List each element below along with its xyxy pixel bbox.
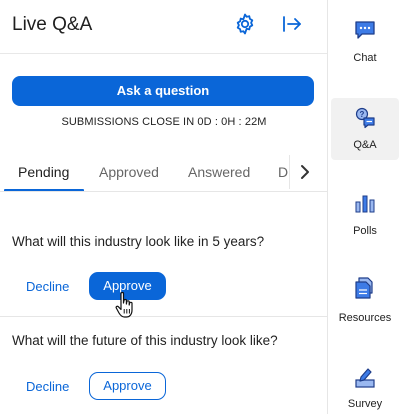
sidebar-item-label: Survey <box>347 398 383 410</box>
question-text: What will this industry look like in 5 y… <box>12 234 265 249</box>
feature-sidebar: Chat ? Q&A Polls Resources Survey <box>329 0 400 414</box>
sidebar-item-polls[interactable]: Polls <box>331 184 399 246</box>
polls-icon <box>353 192 377 216</box>
sidebar-item-survey[interactable]: Survey <box>331 356 399 414</box>
decline-button[interactable]: Decline <box>26 379 69 394</box>
page-title: Live Q&A <box>12 14 93 35</box>
tabs-divider <box>0 191 327 192</box>
approve-button[interactable]: Approve <box>89 272 166 300</box>
submissions-countdown: SUBMISSIONS CLOSE IN 0D : 0H : 22M <box>61 116 267 128</box>
sidebar-item-label: Q&A <box>353 139 377 151</box>
tab-partial[interactable]: D <box>278 164 288 180</box>
ask-question-button[interactable]: Ask a question <box>12 76 314 106</box>
panel-header: Live Q&A <box>0 0 327 54</box>
survey-icon <box>353 366 377 390</box>
tabs-next-button[interactable] <box>289 155 319 189</box>
tab-pending[interactable]: Pending <box>18 164 69 180</box>
tab-overflow: D <box>278 153 288 191</box>
sidebar-item-qa[interactable]: ? Q&A <box>331 98 399 160</box>
decline-button[interactable]: Decline <box>26 279 69 294</box>
question-divider <box>0 316 327 317</box>
sidebar-item-label: Polls <box>353 225 377 237</box>
gear-icon[interactable] <box>233 12 257 36</box>
tab-approved[interactable]: Approved <box>99 164 159 180</box>
sidebar-item-resources[interactable]: Resources <box>331 270 399 332</box>
approve-button[interactable]: Approve <box>89 372 166 400</box>
exit-panel-icon[interactable] <box>280 12 304 36</box>
sidebar-item-label: Chat <box>353 52 377 64</box>
sidebar-item-label: Resources <box>338 312 392 324</box>
tab-answered[interactable]: Answered <box>188 164 250 180</box>
chevron-right-icon <box>301 165 309 179</box>
sidebar-item-chat[interactable]: Chat <box>331 12 399 74</box>
question-text: What will the future of this industry lo… <box>12 333 278 348</box>
chat-icon <box>353 18 377 42</box>
resources-icon <box>353 276 377 300</box>
qa-panel: Live Q&A Ask a question SUBMISSIONS CLOS… <box>0 0 328 414</box>
qa-icon: ? <box>353 106 377 130</box>
